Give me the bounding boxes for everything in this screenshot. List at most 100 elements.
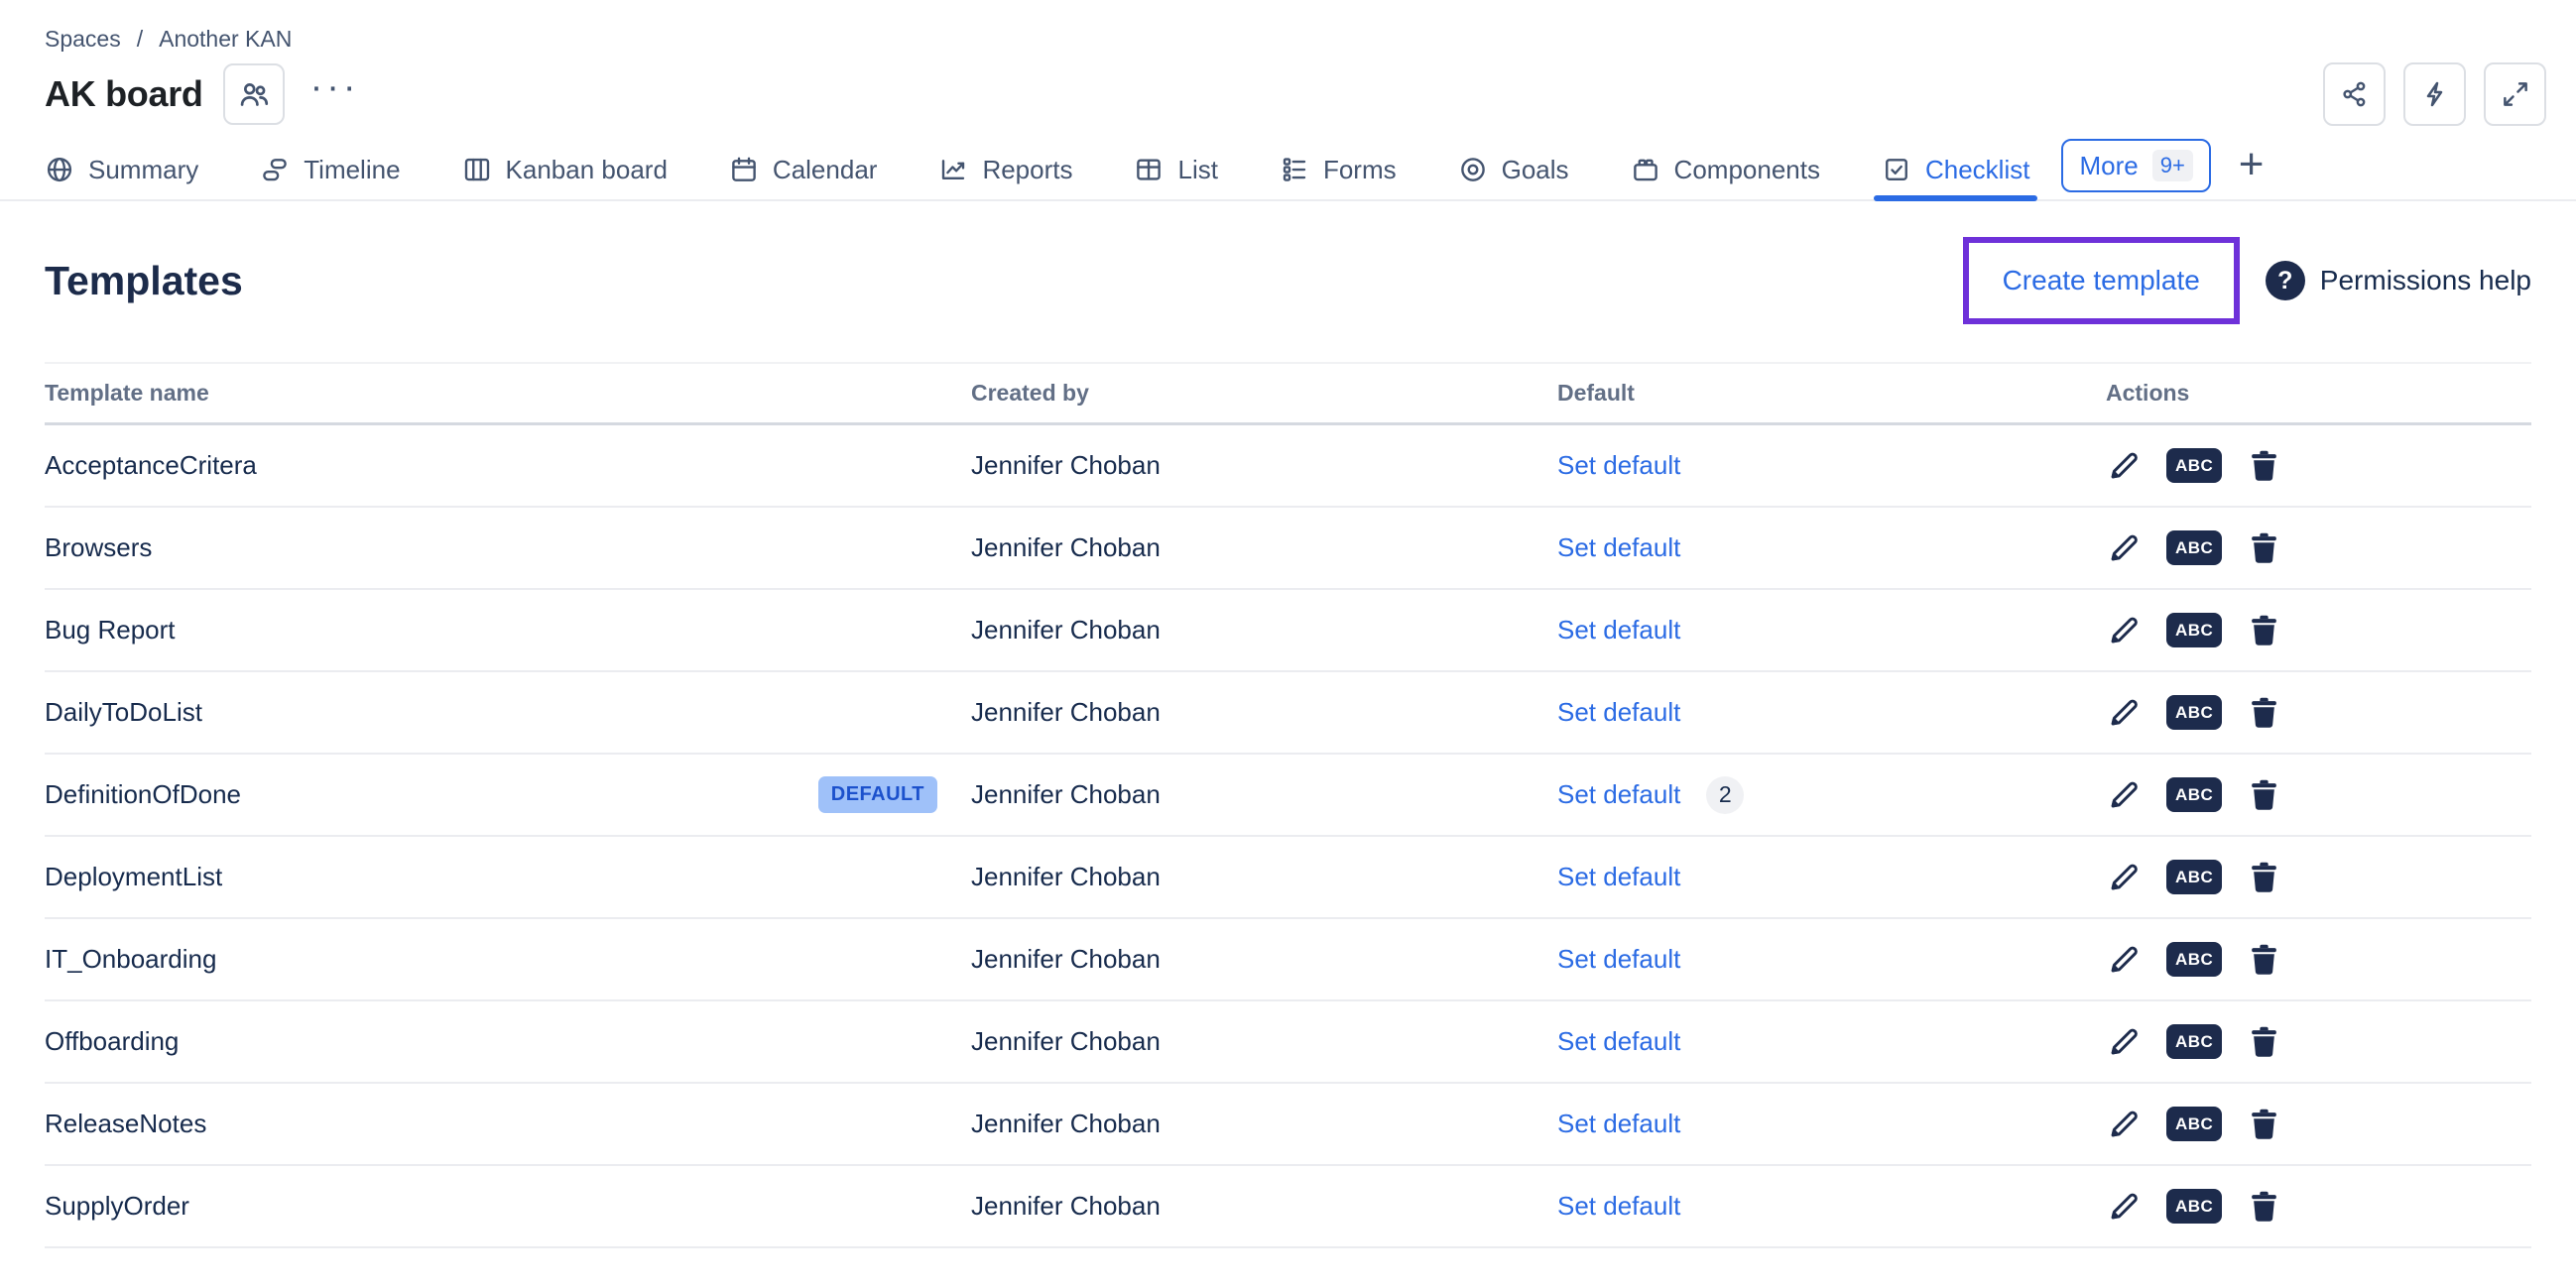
- set-default-link[interactable]: Set default: [1557, 615, 1680, 645]
- rename-template-button[interactable]: ABC: [2166, 530, 2222, 565]
- rename-template-button[interactable]: ABC: [2166, 860, 2222, 894]
- delete-template-button[interactable]: [2246, 1023, 2282, 1060]
- breadcrumb-separator: /: [137, 26, 143, 53]
- edit-template-button[interactable]: [2106, 694, 2143, 731]
- rename-template-button[interactable]: ABC: [2166, 942, 2222, 977]
- fullscreen-expand-icon: [2501, 79, 2530, 109]
- rename-template-button[interactable]: ABC: [2166, 695, 2222, 730]
- delete-template-button[interactable]: [2246, 859, 2282, 895]
- delete-template-button[interactable]: [2246, 941, 2282, 978]
- abc-rename-icon: ABC: [2175, 1197, 2213, 1216]
- actions-cell: ABC: [2106, 612, 2531, 648]
- automation-button[interactable]: [2403, 62, 2466, 126]
- edit-template-button[interactable]: [2106, 1106, 2143, 1142]
- breadcrumb-space-name[interactable]: Another KAN: [159, 26, 292, 53]
- edit-template-button[interactable]: [2106, 1023, 2143, 1060]
- template-name-cell: SupplyOrder: [45, 1191, 971, 1222]
- board-overflow-menu[interactable]: ···: [310, 77, 360, 111]
- tab-label: Timeline: [304, 155, 400, 185]
- tab-label: Checklist: [1925, 155, 2029, 185]
- rename-template-button[interactable]: ABC: [2166, 613, 2222, 647]
- table-header: Template name Created by Default Actions: [45, 362, 2531, 425]
- edit-template-button[interactable]: [2106, 1188, 2143, 1225]
- delete-template-button[interactable]: [2246, 694, 2282, 731]
- edit-pencil-icon: [2106, 1188, 2143, 1225]
- breadcrumb-spaces[interactable]: Spaces: [45, 26, 121, 53]
- set-default-link[interactable]: Set default: [1557, 532, 1680, 563]
- edit-template-button[interactable]: [2106, 776, 2143, 813]
- toolbar: [2323, 62, 2546, 126]
- set-default-link[interactable]: Set default: [1557, 1109, 1680, 1139]
- tab-summary[interactable]: Summary: [45, 140, 198, 199]
- delete-trash-icon: [2246, 612, 2282, 648]
- set-default-link[interactable]: Set default: [1557, 450, 1680, 481]
- edit-template-button[interactable]: [2106, 529, 2143, 566]
- share-button[interactable]: [2323, 62, 2386, 126]
- tab-goals[interactable]: Goals: [1458, 140, 1569, 199]
- edit-template-button[interactable]: [2106, 447, 2143, 484]
- tabs: Summary Timeline Kanban board Calendar Repor…: [45, 140, 2029, 199]
- delete-template-button[interactable]: [2246, 776, 2282, 813]
- edit-template-button[interactable]: [2106, 859, 2143, 895]
- set-default-label: Set default: [1557, 615, 1680, 645]
- set-default-link[interactable]: Set default: [1557, 1026, 1680, 1057]
- rename-template-button[interactable]: ABC: [2166, 448, 2222, 483]
- abc-rename-icon: ABC: [2175, 703, 2213, 722]
- tab-forms[interactable]: Forms: [1280, 140, 1397, 199]
- set-default-link[interactable]: Set default 2: [1557, 776, 1744, 814]
- template-name: Bug Report: [45, 615, 176, 645]
- permissions-help-link[interactable]: ? Permissions help: [2266, 261, 2531, 300]
- set-default-link[interactable]: Set default: [1557, 944, 1680, 975]
- more-tabs-button[interactable]: More 9+: [2061, 139, 2210, 192]
- set-default-label: Set default: [1557, 1026, 1680, 1057]
- set-default-link[interactable]: Set default: [1557, 697, 1680, 728]
- tab-reports[interactable]: Reports: [938, 140, 1072, 199]
- column-header-actions: Actions: [2106, 380, 2531, 407]
- template-name: DeploymentList: [45, 862, 222, 892]
- set-default-link[interactable]: Set default: [1557, 862, 1680, 892]
- delete-template-button[interactable]: [2246, 612, 2282, 648]
- set-default-label: Set default: [1557, 532, 1680, 563]
- edit-template-button[interactable]: [2106, 941, 2143, 978]
- actions-cell: ABC: [2106, 1188, 2531, 1225]
- delete-template-button[interactable]: [2246, 1106, 2282, 1142]
- delete-template-button[interactable]: [2246, 447, 2282, 484]
- globe-icon: [45, 155, 74, 184]
- delete-template-button[interactable]: [2246, 529, 2282, 566]
- template-name-cell: DailyToDoList: [45, 697, 971, 728]
- rename-template-button[interactable]: ABC: [2166, 1107, 2222, 1141]
- set-default-link[interactable]: Set default: [1557, 1191, 1680, 1222]
- timeline-icon: [260, 155, 290, 184]
- rename-template-button[interactable]: ABC: [2166, 1024, 2222, 1059]
- tab-list[interactable]: List: [1134, 140, 1217, 199]
- add-tab-button[interactable]: +: [2239, 143, 2265, 186]
- set-default-label: Set default: [1557, 944, 1680, 975]
- tab-components[interactable]: Components: [1631, 140, 1820, 199]
- rename-template-button[interactable]: ABC: [2166, 1189, 2222, 1224]
- actions-cell: ABC: [2106, 1023, 2531, 1060]
- edit-template-button[interactable]: [2106, 612, 2143, 648]
- actions-cell: ABC: [2106, 859, 2531, 895]
- delete-trash-icon: [2246, 859, 2282, 895]
- tab-timeline[interactable]: Timeline: [260, 140, 400, 199]
- default-cell: Set default: [1557, 944, 2106, 975]
- table-row: DeploymentList Jennifer Choban Set defau…: [45, 837, 2531, 919]
- abc-rename-icon: ABC: [2175, 1032, 2213, 1051]
- rename-template-button[interactable]: ABC: [2166, 777, 2222, 812]
- tab-kanban-board[interactable]: Kanban board: [462, 140, 668, 199]
- table-body: AcceptanceCritera Jennifer Choban Set de…: [45, 425, 2531, 1248]
- create-template-button[interactable]: Create template: [2003, 265, 2200, 295]
- table-row: Offboarding Jennifer Choban Set default …: [45, 1001, 2531, 1084]
- delete-template-button[interactable]: [2246, 1188, 2282, 1225]
- default-cell: Set default: [1557, 862, 2106, 892]
- column-header-created-by: Created by: [971, 380, 1557, 407]
- fullscreen-button[interactable]: [2484, 62, 2546, 126]
- tab-calendar[interactable]: Calendar: [729, 140, 878, 199]
- tab-label: Calendar: [773, 155, 878, 185]
- board-members-button[interactable]: [223, 63, 285, 125]
- actions-cell: ABC: [2106, 694, 2531, 731]
- default-cell: Set default: [1557, 615, 2106, 645]
- delete-trash-icon: [2246, 1023, 2282, 1060]
- tab-checklist[interactable]: Checklist: [1882, 140, 2029, 199]
- table-row: DailyToDoList Jennifer Choban Set defaul…: [45, 672, 2531, 755]
